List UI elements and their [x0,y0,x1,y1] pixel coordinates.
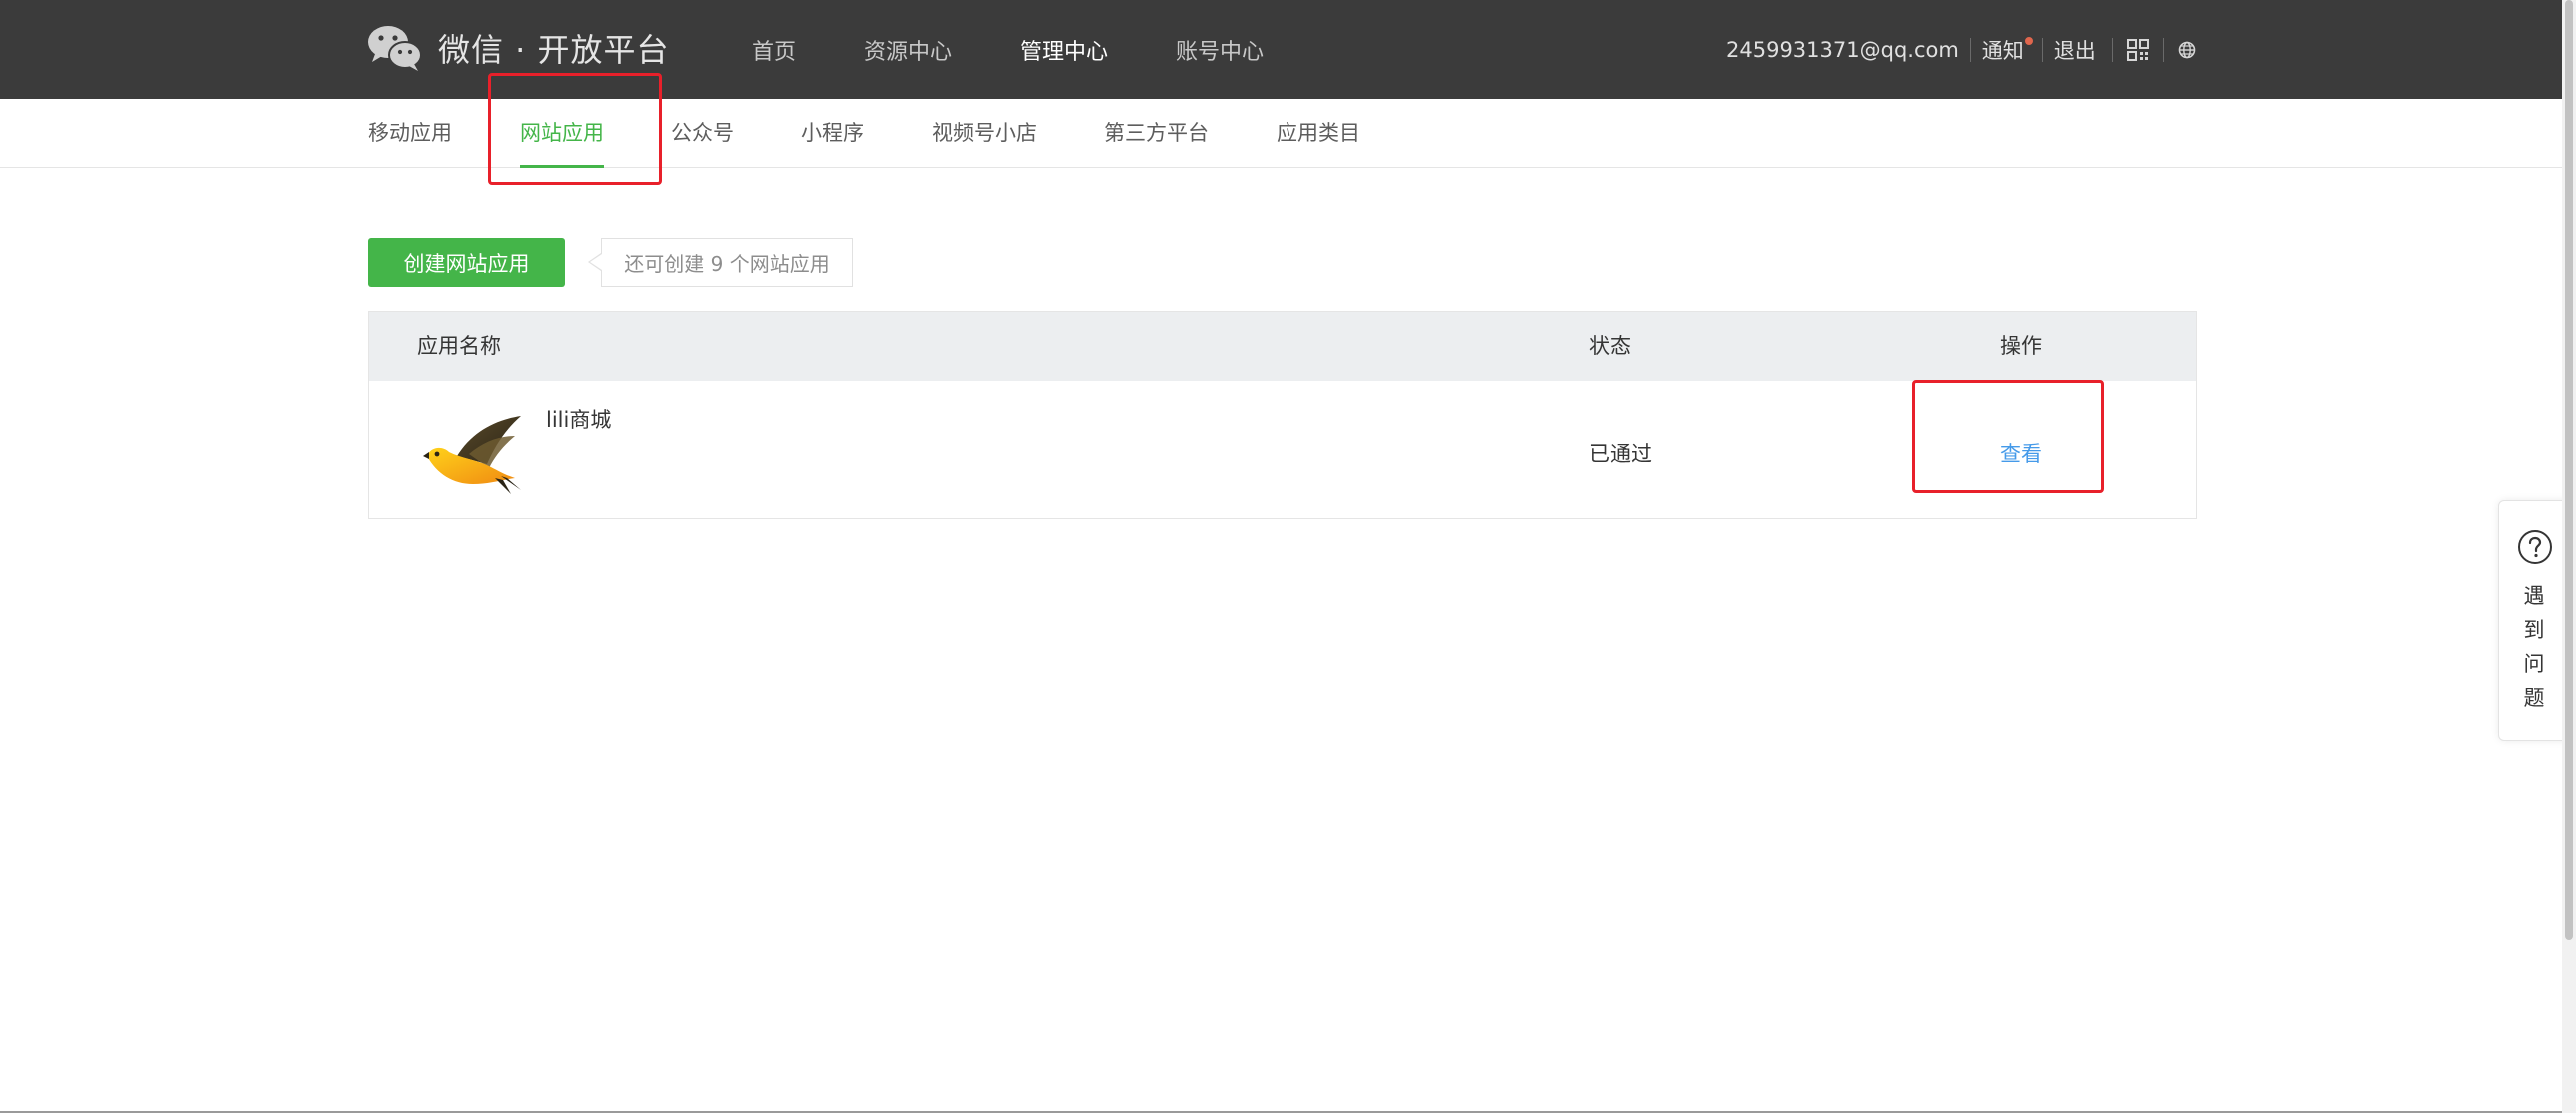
top-header: 微信 · 开放平台 首页 资源中心 管理中心 账号中心 2459931371@q… [0,0,2562,99]
brand[interactable]: 微信 · 开放平台 [367,24,670,72]
notice-link[interactable]: 通知 [1981,35,2033,65]
column-header-action: 操作 [2000,334,2042,358]
top-nav-account[interactable]: 账号中心 [1176,34,1264,66]
view-app-link[interactable]: 查看 [2000,438,2042,468]
subnav-app-categories[interactable]: 应用类目 [1277,99,1360,167]
app-table: 应用名称 状态 操作 lili商城 已通过 查看 [368,311,2197,519]
logout-link[interactable]: 退出 [2054,35,2096,65]
subnav-channels-shop[interactable]: 视频号小店 [932,99,1037,167]
tip-arrow-fill [590,254,602,270]
question-icon [2518,530,2552,564]
notice-dot-badge [2024,36,2033,45]
brand-title: 微信 · 开放平台 [438,31,670,69]
column-header-name: 应用名称 [417,334,501,358]
user-area: 2459931371@qq.com 通知 退出 [1726,0,2196,99]
qrcode-icon[interactable] [2126,38,2149,61]
bird-logo-icon [423,416,521,494]
app-name[interactable]: lili商城 [546,404,611,434]
divider [1969,37,1971,62]
top-nav-resources[interactable]: 资源中心 [864,34,952,66]
help-label-char: 问 [2523,652,2545,676]
subnav-website-apps[interactable]: 网站应用 [520,99,604,167]
scrollbar-thumb[interactable] [2565,0,2573,940]
help-label-char: 到 [2523,618,2545,642]
subnav-mini-programs[interactable]: 小程序 [801,99,864,167]
subnav-official-accounts[interactable]: 公众号 [671,99,734,167]
help-float-button[interactable]: 遇 到 问 题 [2498,500,2568,741]
app-status: 已通过 [1589,442,1652,466]
divider [2162,37,2164,62]
top-nav-home[interactable]: 首页 [752,34,796,66]
sub-nav: 移动应用 网站应用 公众号 小程序 视频号小店 第三方平台 应用类目 [0,99,2562,168]
table-header: 应用名称 状态 操作 [369,312,2196,381]
wechat-logo-icon [368,26,422,71]
column-header-status: 状态 [1589,334,1631,358]
subnav-mobile-apps[interactable]: 移动应用 [368,99,452,167]
divider [2041,37,2043,62]
globe-icon[interactable] [2178,41,2196,59]
help-label-char: 题 [2523,686,2545,710]
help-label: 遇 到 问 题 [2499,579,2569,715]
subnav-third-party[interactable]: 第三方平台 [1104,99,1209,167]
divider [2111,37,2113,62]
active-tab-underline [520,165,604,168]
create-website-app-button[interactable]: 创建网站应用 [368,238,565,287]
remaining-quota-tip: 还可创建 9 个网站应用 [601,238,853,287]
notice-label: 通知 [1981,38,2024,63]
user-email[interactable]: 2459931371@qq.com [1726,38,1959,62]
top-nav: 首页 资源中心 管理中心 账号中心 [752,0,1331,99]
help-label-char: 遇 [2523,584,2545,608]
top-nav-management[interactable]: 管理中心 [1020,34,1108,66]
